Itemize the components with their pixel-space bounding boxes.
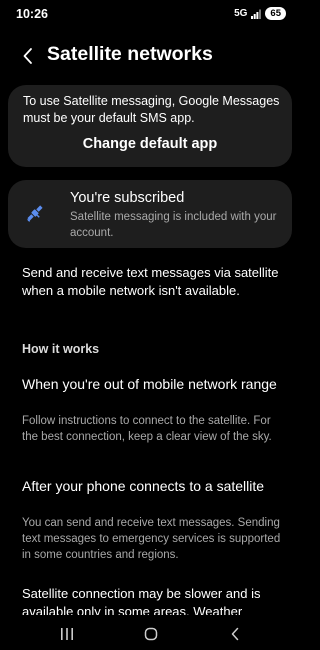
- back-icon: [231, 627, 239, 641]
- recents-icon: [61, 628, 73, 640]
- nav-back-button[interactable]: [220, 624, 250, 644]
- home-button[interactable]: [136, 624, 166, 644]
- battery-indicator: 65: [265, 7, 286, 20]
- item-title: When you're out of mobile network range: [22, 376, 277, 392]
- back-button[interactable]: [14, 42, 42, 70]
- satellite-icon: [27, 205, 43, 222]
- subscription-title: You're subscribed: [70, 190, 185, 206]
- navigation-bar: [0, 618, 300, 650]
- subscription-card: You're subscribed Satellite messaging is…: [8, 180, 292, 248]
- network-type: 5G: [234, 8, 248, 19]
- page-title: Satellite networks: [47, 43, 213, 65]
- item-description: Follow instructions to connect to the sa…: [22, 415, 272, 443]
- change-default-app-button[interactable]: Change default app: [8, 136, 292, 152]
- chevron-left-icon: [23, 48, 32, 64]
- subscription-description: Satellite messaging is included with you…: [70, 211, 277, 239]
- home-icon: [144, 627, 158, 641]
- item-title: After your phone connects to a satellite: [22, 478, 265, 494]
- status-bar: 10:26 5G 65: [0, 0, 300, 28]
- default-sms-card: To use Satellite messaging, Google Messa…: [8, 85, 292, 167]
- signal-icon: [251, 9, 262, 19]
- how-it-works-heading: How it works: [22, 342, 100, 356]
- header: Satellite networks: [0, 38, 300, 74]
- item-description: You can send and receive text messages. …: [22, 517, 281, 561]
- intro-text: Send and receive text messages via satel…: [22, 265, 279, 298]
- recents-button[interactable]: [52, 624, 82, 644]
- status-icons: 5G 65: [234, 7, 286, 20]
- default-sms-message: To use Satellite messaging, Google Messa…: [23, 94, 280, 125]
- satellite-limitations-text: Satellite connection may be slower and i…: [22, 586, 261, 615]
- status-time: 10:26: [16, 7, 48, 21]
